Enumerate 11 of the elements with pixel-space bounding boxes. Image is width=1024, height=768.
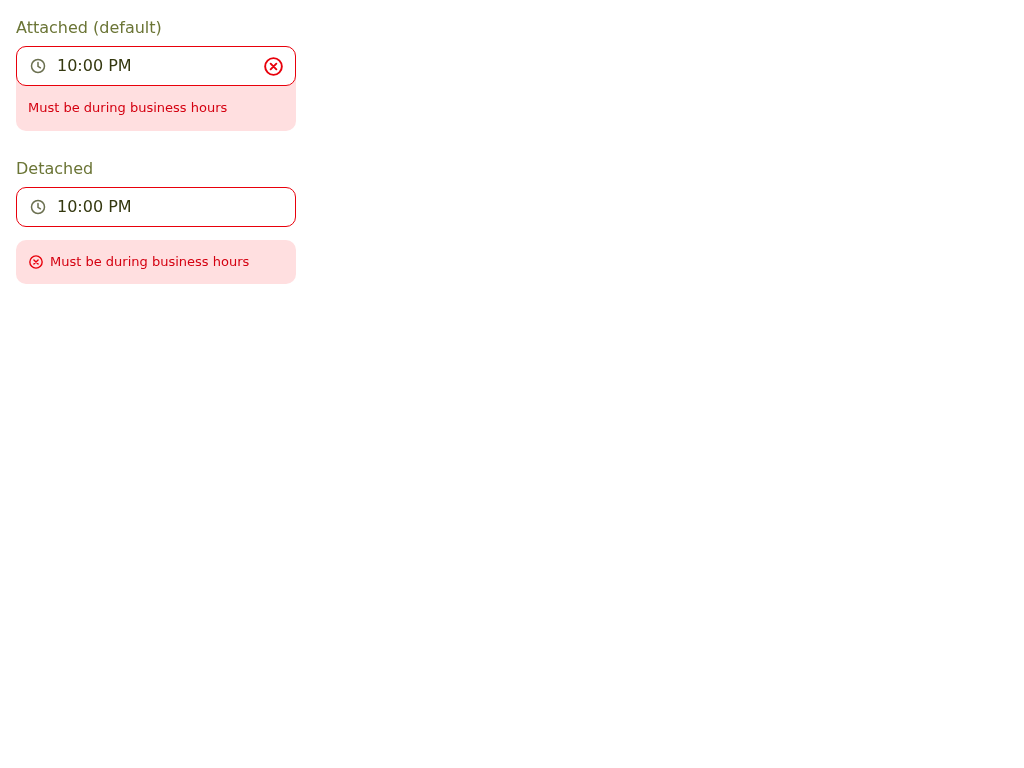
field-label: Detached (16, 158, 94, 180)
time-input-field[interactable]: 10:00 PM (16, 46, 296, 86)
error-icon (29, 255, 43, 269)
time-input-field[interactable]: 10:00 PM (16, 187, 296, 227)
error-message: Must be during business hours (28, 100, 228, 116)
clock-icon (30, 58, 46, 74)
field-label: Attached (default) (16, 17, 162, 39)
clear-button[interactable] (263, 56, 283, 76)
clear-icon (263, 56, 283, 76)
clock-icon (30, 199, 46, 215)
error-message: Must be during business hours (50, 254, 250, 270)
